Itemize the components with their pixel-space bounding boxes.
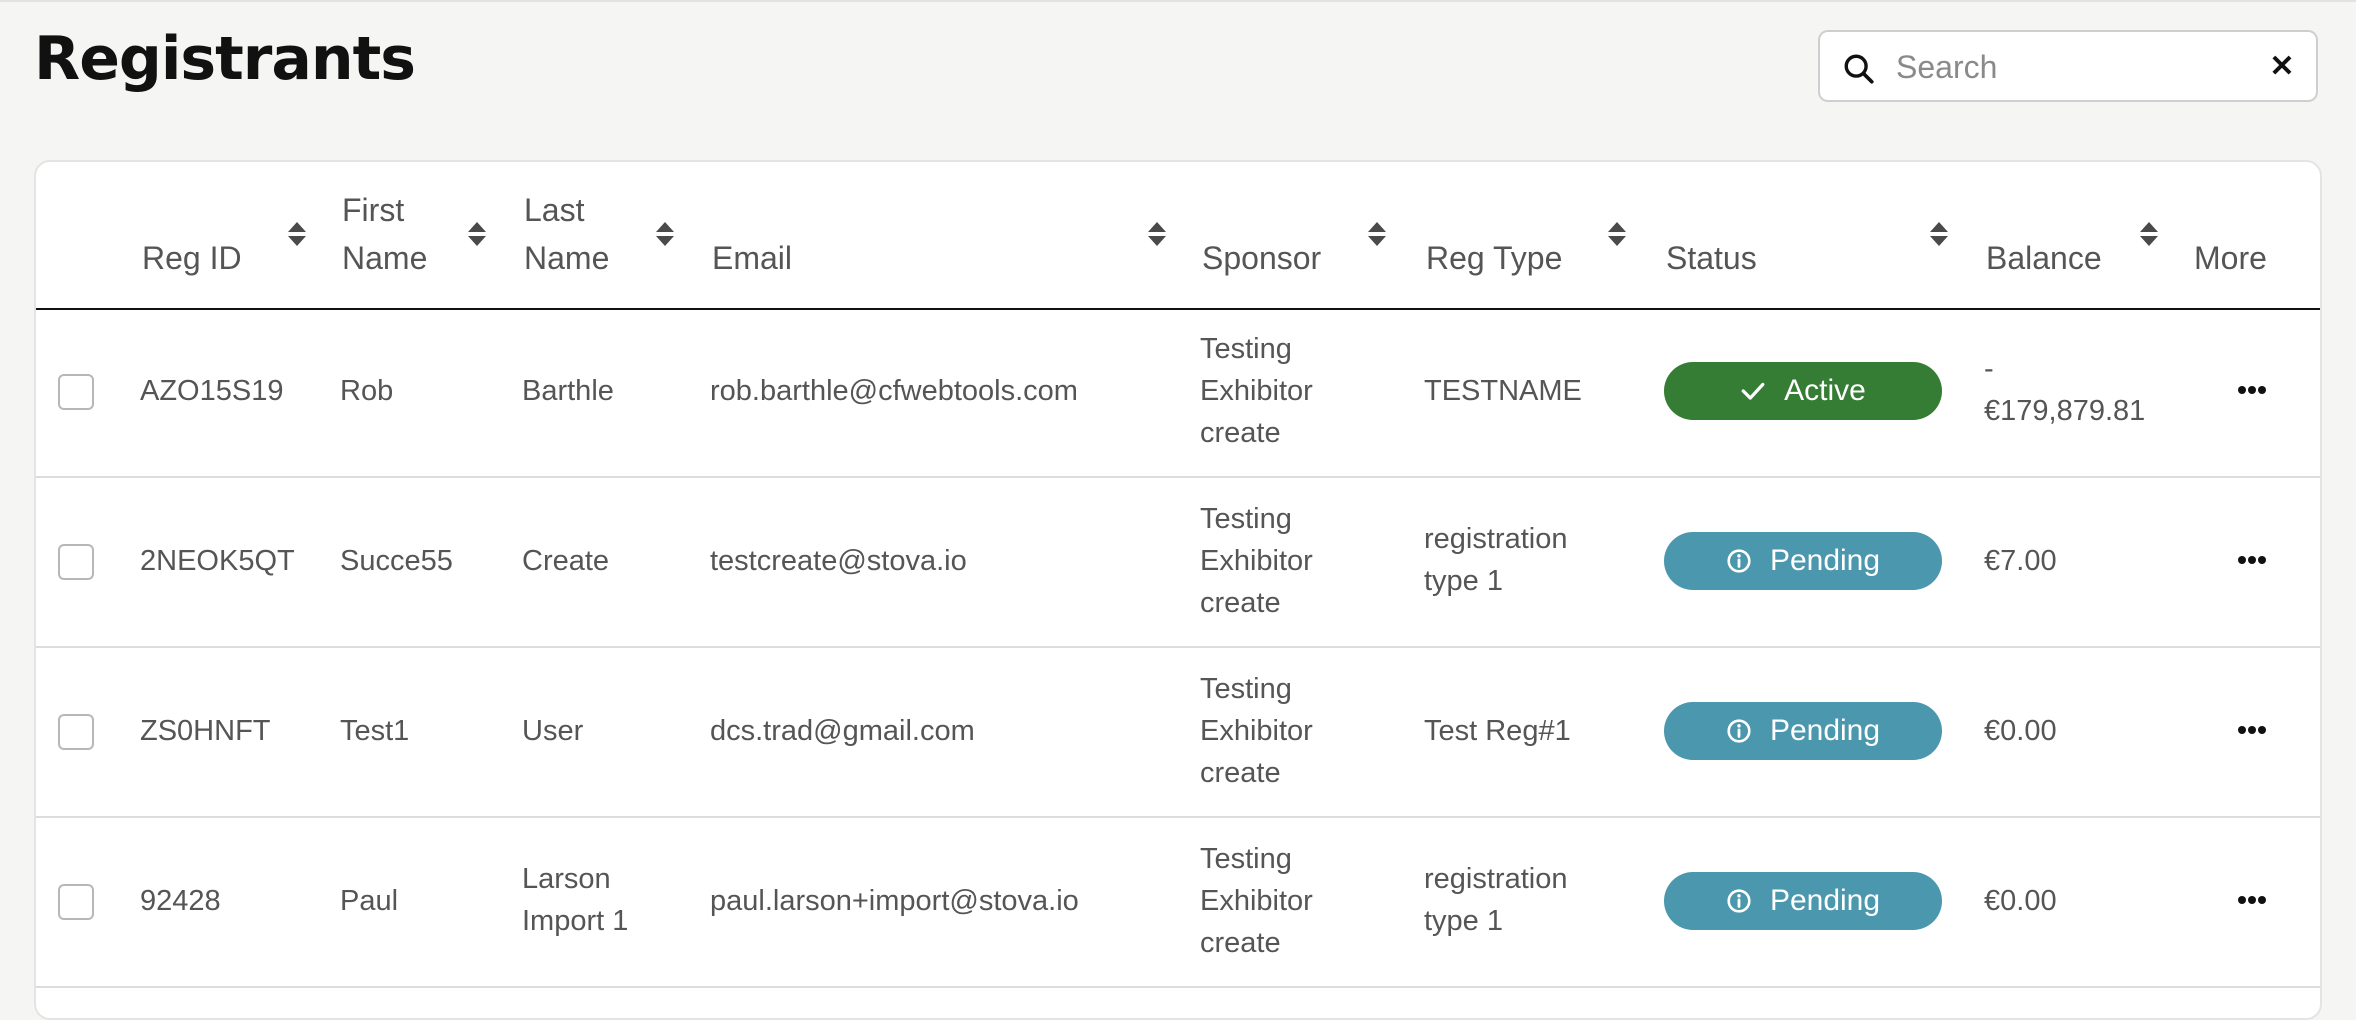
col-last-name[interactable]: Last Name: [524, 186, 609, 282]
search-box[interactable]: ✕: [1818, 30, 2318, 102]
balance-cell: €7.00: [1984, 545, 2057, 577]
info-icon: [1727, 719, 1751, 743]
col-email[interactable]: Email: [712, 234, 792, 282]
table-row[interactable]: AZO15S19 Rob Barthle rob.barthle@cfwebto…: [36, 308, 2320, 478]
first-name-cell: Rob: [340, 375, 394, 407]
table-row[interactable]: 2NEOK5QT Succe55 Create testcreate@stova…: [36, 478, 2320, 648]
sponsor-cell: Testing Exhibitor create: [1200, 503, 1313, 619]
sponsor-cell: Testing Exhibitor create: [1200, 333, 1313, 449]
table-row[interactable]: 92428 Paul Larson Import 1 paul.larson+im…: [36, 818, 2320, 988]
balance-cell: €0.00: [1984, 885, 2057, 917]
reg-type-cell: registration type 1: [1424, 863, 1568, 937]
reg-id-cell: 92428: [140, 885, 221, 917]
email-cell: rob.barthle@cfwebtools.com: [710, 375, 1078, 407]
reg-type-cell: TESTNAME: [1424, 375, 1582, 407]
email-cell: paul.larson+import@stova.io: [710, 885, 1079, 917]
last-name-cell: Barthle: [522, 375, 614, 407]
sort-icon[interactable]: [1366, 220, 1388, 248]
reg-type-cell: Test Reg#1: [1424, 715, 1571, 747]
col-reg-type[interactable]: Reg Type: [1426, 234, 1562, 282]
reg-type-cell: registration type 1: [1424, 523, 1568, 597]
more-options-icon[interactable]: [2232, 718, 2272, 742]
search-icon: [1844, 54, 1874, 84]
row-checkbox[interactable]: [58, 884, 94, 920]
info-icon: [1727, 889, 1751, 913]
status-badge: Pending: [1664, 702, 1942, 760]
sort-icon[interactable]: [2138, 220, 2160, 248]
more-options-icon[interactable]: [2232, 888, 2272, 912]
sort-icon[interactable]: [1606, 220, 1628, 248]
clear-search-icon[interactable]: ✕: [2264, 48, 2300, 84]
reg-id-cell: ZS0HNFT: [140, 715, 271, 747]
sort-icon[interactable]: [286, 220, 308, 248]
row-checkbox[interactable]: [58, 714, 94, 750]
balance-cell: €0.00: [1984, 715, 2057, 747]
balance-cell: - €179,879.81: [1984, 353, 2146, 427]
col-status[interactable]: Status: [1666, 234, 1757, 282]
more-options-icon[interactable]: [2232, 548, 2272, 572]
sort-icon[interactable]: [654, 220, 676, 248]
first-name-cell: Test1: [340, 715, 410, 747]
reg-id-cell: AZO15S19: [140, 375, 284, 407]
check-icon: [1741, 382, 1765, 400]
col-balance[interactable]: Balance: [1986, 234, 2102, 282]
col-first-name[interactable]: First Name: [342, 186, 427, 282]
row-checkbox[interactable]: [58, 544, 94, 580]
search-input[interactable]: [1894, 44, 2238, 90]
first-name-cell: Paul: [340, 885, 399, 917]
col-reg-id[interactable]: Reg ID: [142, 234, 242, 282]
last-name-cell: User: [522, 715, 584, 747]
table-row[interactable]: ZS0HNFT Test1 User dcs.trad@gmail.com Te…: [36, 648, 2320, 818]
status-badge: Pending: [1664, 532, 1942, 590]
col-sponsor[interactable]: Sponsor: [1202, 234, 1321, 282]
sort-icon[interactable]: [1928, 220, 1950, 248]
email-cell: testcreate@stova.io: [710, 545, 967, 577]
registrants-table: Reg ID First Name Last Name Email Sponsor …: [34, 160, 2322, 1020]
col-more: More: [2194, 240, 2267, 276]
sort-icon[interactable]: [1146, 220, 1168, 248]
sort-icon[interactable]: [466, 220, 488, 248]
sponsor-cell: Testing Exhibitor create: [1200, 673, 1313, 789]
last-name-cell: Create: [522, 545, 610, 577]
last-name-cell: Larson Import 1: [522, 863, 629, 937]
info-icon: [1727, 549, 1751, 573]
first-name-cell: Succe55: [340, 545, 453, 577]
more-options-icon[interactable]: [2232, 378, 2272, 402]
reg-id-cell: 2NEOK5QT: [140, 545, 295, 577]
status-badge: Pending: [1664, 872, 1942, 930]
status-badge: Active: [1664, 362, 1942, 420]
row-checkbox[interactable]: [58, 374, 94, 410]
table-header: Reg ID First Name Last Name Email Sponsor …: [36, 162, 2320, 310]
page-title: Registrants: [34, 24, 416, 94]
email-cell: dcs.trad@gmail.com: [710, 715, 975, 747]
sponsor-cell: Testing Exhibitor create: [1200, 843, 1313, 959]
